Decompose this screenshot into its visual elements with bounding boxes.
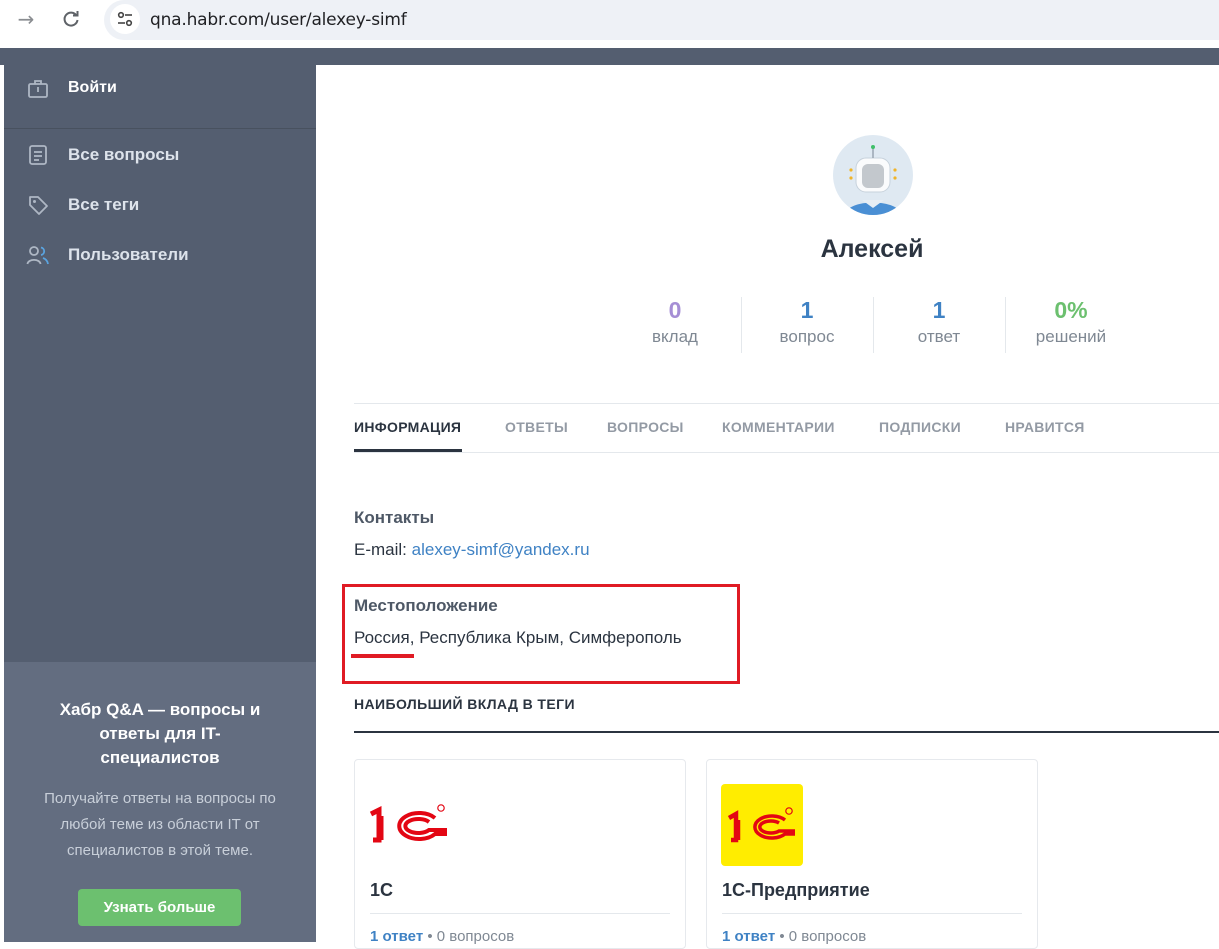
divider (370, 913, 670, 914)
email-label: E-mail: (354, 540, 407, 559)
sidebar-item-tags[interactable]: Все теги (26, 193, 139, 217)
divider (354, 452, 1219, 453)
stat-value: 1 (932, 297, 946, 323)
sidebar-divider (4, 128, 316, 129)
sidebar-item-label: Все вопросы (68, 145, 180, 164)
main-content: Алексей 0 вклад 1 вопрос 1 ответ 0% реше… (316, 65, 1219, 949)
promo-text: Получайте ответы на вопросы по любой тем… (44, 790, 276, 859)
user-name: Алексей (820, 235, 924, 263)
highlight-underline (351, 654, 414, 658)
tag-icon (26, 193, 50, 217)
location-value: Россия, Республика Крым, Симферополь (354, 628, 682, 648)
tag-answers-link[interactable]: 1 ответ (722, 928, 775, 945)
1c-logo-icon (369, 784, 451, 866)
tag-answers-link[interactable]: 1 ответ (370, 928, 423, 945)
divider (722, 913, 1022, 914)
sidebar-item-questions[interactable]: Все вопросы (26, 143, 179, 167)
forward-icon[interactable]: → (8, 6, 44, 32)
1c-enterprise-logo-icon (721, 784, 803, 866)
sidebar-item-users[interactable]: Пользователи (26, 243, 189, 267)
reload-icon[interactable] (53, 6, 89, 32)
login-link[interactable]: Войти (26, 76, 117, 100)
stat-value: 1 (800, 297, 814, 323)
tab-comments[interactable]: КОММЕНТАРИИ (722, 419, 835, 435)
tab-answers[interactable]: ОТВЕТЫ (505, 419, 568, 435)
users-icon (26, 243, 50, 267)
stat-value: 0 (668, 297, 682, 323)
tag-name[interactable]: 1С (370, 880, 393, 901)
stat-caption: ответ (917, 327, 961, 346)
tab-likes[interactable]: НРАВИТСЯ (1005, 419, 1085, 435)
url-text[interactable]: qna.habr.com/user/alexey-simf (150, 10, 407, 30)
stat-answers[interactable]: 1 ответ (873, 295, 1005, 347)
stat-caption: решений (1035, 327, 1107, 346)
divider (354, 403, 1219, 404)
sidebar: Войти Все вопросы Все теги Пользователи … (4, 48, 316, 942)
tab-subscriptions[interactable]: ПОДПИСКИ (879, 419, 961, 435)
stat-caption: вклад (652, 327, 698, 346)
contacts-title: Контакты (354, 508, 435, 527)
stat-contribution[interactable]: 0 вклад (609, 295, 741, 347)
promo-title: Хабр Q&A — вопросы и ответы для IT-специ… (59, 700, 261, 767)
email-link[interactable]: alexey-simf@yandex.ru (412, 540, 590, 559)
tag-card[interactable]: 1С 1 ответ • 0 вопросов (354, 759, 686, 949)
questions-list-icon (26, 143, 50, 167)
tab-info[interactable]: ИНФОРМАЦИЯ (354, 419, 461, 435)
address-bar[interactable]: qna.habr.com/user/alexey-simf (104, 0, 1219, 40)
tag-meta: 1 ответ • 0 вопросов (722, 928, 866, 945)
promo-block: Хабр Q&A — вопросы и ответы для IT-специ… (4, 662, 316, 942)
stat-questions[interactable]: 1 вопрос (741, 295, 873, 347)
tag-questions-count: 0 вопросов (436, 928, 515, 945)
site-settings-icon[interactable] (110, 4, 140, 34)
login-icon (26, 76, 50, 100)
divider (354, 731, 1219, 733)
browser-toolbar: → qna.habr.com/user/alexey-simf (0, 0, 1219, 48)
sidebar-item-label: Пользователи (68, 245, 189, 264)
stat-value: 0% (1054, 297, 1088, 323)
location-title: Местоположение (354, 596, 498, 615)
meta-separator: • (427, 928, 433, 945)
tag-questions-count: 0 вопросов (788, 928, 867, 945)
tag-meta: 1 ответ • 0 вопросов (370, 928, 514, 945)
login-label: Войти (68, 79, 117, 96)
location-country: Россия (354, 628, 410, 647)
avatar[interactable] (832, 134, 914, 216)
sidebar-item-label: Все теги (68, 195, 140, 214)
learn-more-button[interactable]: Узнать больше (78, 889, 241, 926)
email-row: E-mail: alexey-simf@yandex.ru (354, 540, 590, 560)
stat-caption: вопрос (779, 327, 835, 346)
user-stats: 0 вклад 1 вопрос 1 ответ 0% решений (609, 295, 1137, 353)
meta-separator: • (779, 928, 785, 945)
top-tags-title: НАИБОЛЬШИЙ ВКЛАД В ТЕГИ (354, 696, 575, 712)
tag-name[interactable]: 1С-Предприятие (722, 880, 870, 901)
stat-solutions[interactable]: 0% решений (1005, 295, 1137, 347)
tab-questions[interactable]: ВОПРОСЫ (607, 419, 684, 435)
location-rest: , Республика Крым, Симферополь (409, 628, 682, 647)
tag-card[interactable]: 1С-Предприятие 1 ответ • 0 вопросов (706, 759, 1038, 949)
